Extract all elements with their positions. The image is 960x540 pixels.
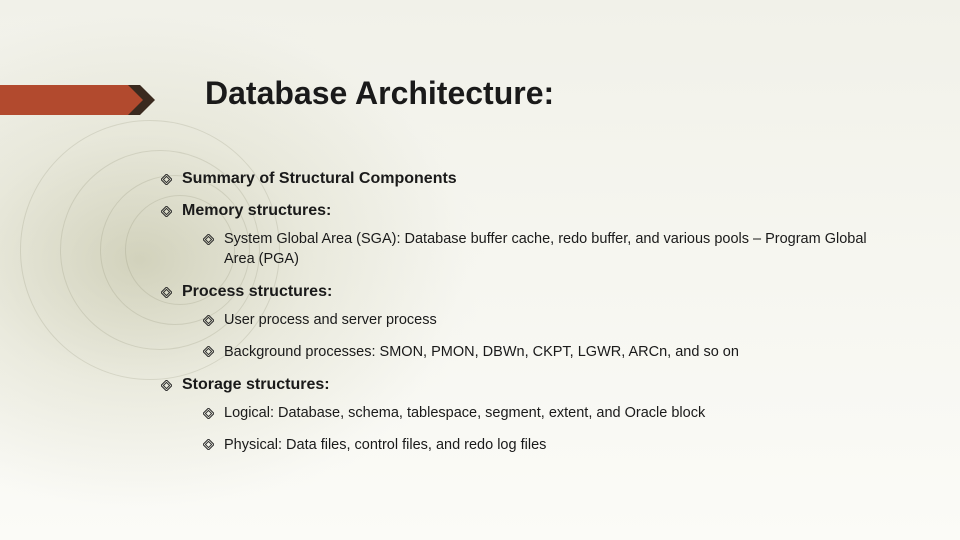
- diamond-icon: [202, 346, 214, 358]
- list-item: Summary of Structural Components: [160, 170, 900, 188]
- list-item: Physical: Data files, control files, and…: [202, 436, 900, 456]
- slide-body: Summary of Structural Components Memory …: [160, 170, 900, 469]
- diamond-icon: [202, 314, 214, 326]
- diamond-icon: [202, 233, 214, 245]
- diamond-icon: [202, 407, 214, 419]
- item-label: Process structures:: [182, 283, 900, 301]
- list-item: Process structures: User process and ser…: [160, 283, 900, 362]
- item-label: Physical: Data files, control files, and…: [224, 436, 900, 456]
- item-label: Logical: Database, schema, tablespace, s…: [224, 404, 900, 424]
- list-item: User process and server process: [202, 311, 900, 331]
- list-item: Storage structures: Logical: Database, s…: [160, 376, 900, 455]
- diamond-icon: [202, 439, 214, 451]
- ribbon-decoration: [0, 85, 200, 115]
- diamond-icon: [160, 173, 172, 185]
- item-label: Storage structures:: [182, 376, 900, 394]
- item-label: Background processes: SMON, PMON, DBWn, …: [224, 343, 900, 363]
- item-label: System Global Area (SGA): Database buffe…: [224, 230, 900, 269]
- diamond-icon: [160, 286, 172, 298]
- list-item: System Global Area (SGA): Database buffe…: [202, 230, 900, 269]
- list-item: Logical: Database, schema, tablespace, s…: [202, 404, 900, 424]
- list-item: Background processes: SMON, PMON, DBWn, …: [202, 343, 900, 363]
- diamond-icon: [160, 205, 172, 217]
- item-label: Summary of Structural Components: [182, 170, 900, 188]
- list-item: Memory structures: System Global Area (S…: [160, 202, 900, 269]
- item-label: User process and server process: [224, 311, 900, 331]
- slide-title: Database Architecture:: [205, 75, 554, 112]
- diamond-icon: [160, 379, 172, 391]
- item-label: Memory structures:: [182, 202, 900, 220]
